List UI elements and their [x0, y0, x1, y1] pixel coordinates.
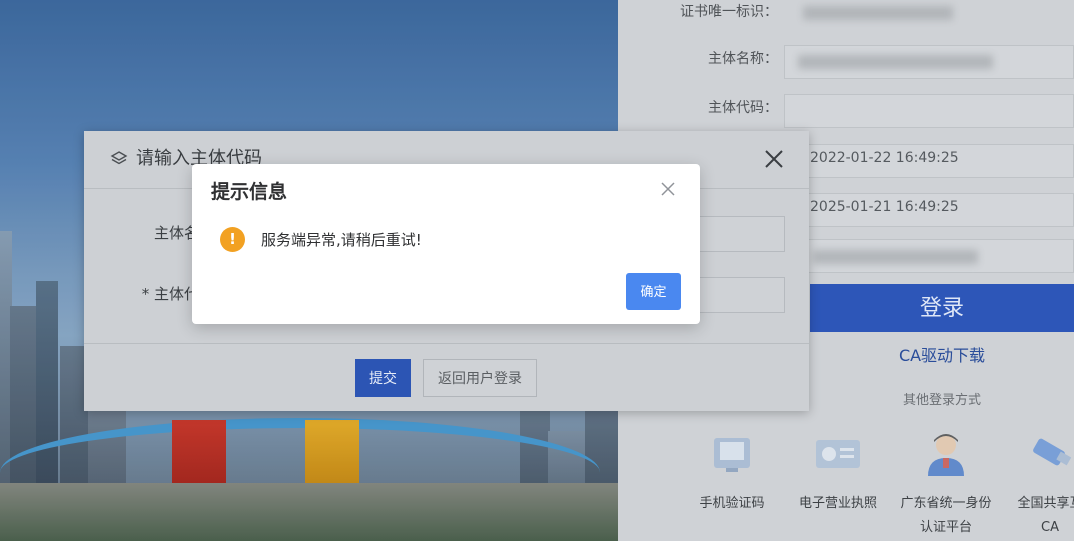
- alt-login-gd-identity[interactable]: 广东省统一身份 认证平台: [890, 430, 1002, 540]
- alt-login-business-license[interactable]: 电子营业执照: [782, 430, 894, 516]
- entity-name-label: 主体名称：: [708, 51, 778, 67]
- modal-footer: 提交 返回用户登录: [84, 343, 809, 411]
- close-icon[interactable]: [763, 148, 785, 170]
- submit-button[interactable]: 提交: [355, 359, 411, 397]
- alt-login-label: 电子营业执照: [798, 496, 877, 511]
- business-license-icon: [816, 440, 860, 468]
- alt-login-label-line1: 广东省统一身份: [900, 496, 992, 511]
- back-to-login-button[interactable]: 返回用户登录: [423, 359, 537, 397]
- identity-person-icon: [928, 434, 964, 476]
- redacted-cert-extra: [813, 250, 978, 264]
- entity-name-row: 主体名称：: [618, 45, 1074, 87]
- login-button[interactable]: 登录: [810, 284, 1074, 332]
- alert-message: 服务端异常,请稍后重试!: [261, 231, 422, 249]
- confirm-button[interactable]: 确定: [626, 273, 681, 310]
- alert-dialog: 提示信息 ! 服务端异常,请稍后重试! 确定: [192, 164, 700, 324]
- valid-from-value: 2022-01-22 16:49:25: [810, 150, 959, 166]
- alt-login-phone[interactable]: 手机验证码: [676, 430, 788, 516]
- other-login-methods-title: 其他登录方式: [902, 393, 981, 408]
- cert-id-label: 证书唯一标识：: [680, 4, 778, 20]
- entity-code-row: 主体代码：: [618, 94, 1074, 136]
- ca-driver-download-link[interactable]: CA驱动下载: [810, 342, 1074, 366]
- alert-title: 提示信息: [211, 181, 288, 203]
- redacted-cert-id: [803, 6, 953, 20]
- cert-id-row: 证书唯一标识：: [618, 0, 1074, 40]
- alt-login-label-line2: 认证平台: [919, 520, 972, 535]
- alt-login-label-line1: 全国共享互: [1017, 496, 1074, 511]
- alt-login-label: 手机验证码: [699, 496, 765, 511]
- alt-login-label-line2: CA: [1041, 520, 1059, 535]
- layers-icon: [110, 151, 128, 165]
- redacted-entity-name: [798, 55, 993, 69]
- close-icon[interactable]: [660, 181, 676, 197]
- entity-code-field[interactable]: [784, 94, 1074, 128]
- alt-login-national-ca[interactable]: 全国共享互 CA: [994, 430, 1074, 540]
- valid-to-value: 2025-01-21 16:49:25: [810, 199, 959, 215]
- entity-code-label: 主体代码：: [708, 100, 778, 116]
- entity-code-label: * 主体代: [141, 285, 199, 303]
- phone-verify-icon: [714, 438, 750, 472]
- usb-key-icon: [1033, 438, 1072, 466]
- warning-icon: !: [220, 227, 245, 252]
